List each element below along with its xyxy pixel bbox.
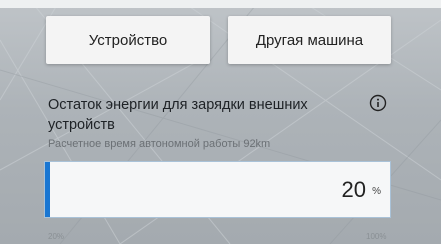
- screen: Устройство Другая машина Остаток энергии…: [0, 0, 441, 244]
- scale-min-label: 20%: [48, 232, 65, 241]
- device-button-label: Устройство: [88, 31, 168, 49]
- scale-max-label: 100%: [366, 232, 387, 241]
- energy-title: Остаток энергии для зарядки внешних устр…: [48, 97, 308, 133]
- slider-fill: [45, 162, 50, 217]
- info-icon[interactable]: [369, 94, 387, 112]
- device-button[interactable]: Устройство: [46, 16, 210, 64]
- other-car-button-label: Другая машина: [255, 31, 364, 49]
- energy-slider[interactable]: 20 %: [44, 161, 391, 218]
- slider-value: 20: [341, 177, 366, 202]
- top-trim: [0, 0, 441, 8]
- other-car-button[interactable]: Другая машина: [228, 16, 391, 64]
- slider-unit: %: [372, 186, 381, 197]
- energy-subtitle: Расчетное время автономной работы 92km: [48, 138, 271, 150]
